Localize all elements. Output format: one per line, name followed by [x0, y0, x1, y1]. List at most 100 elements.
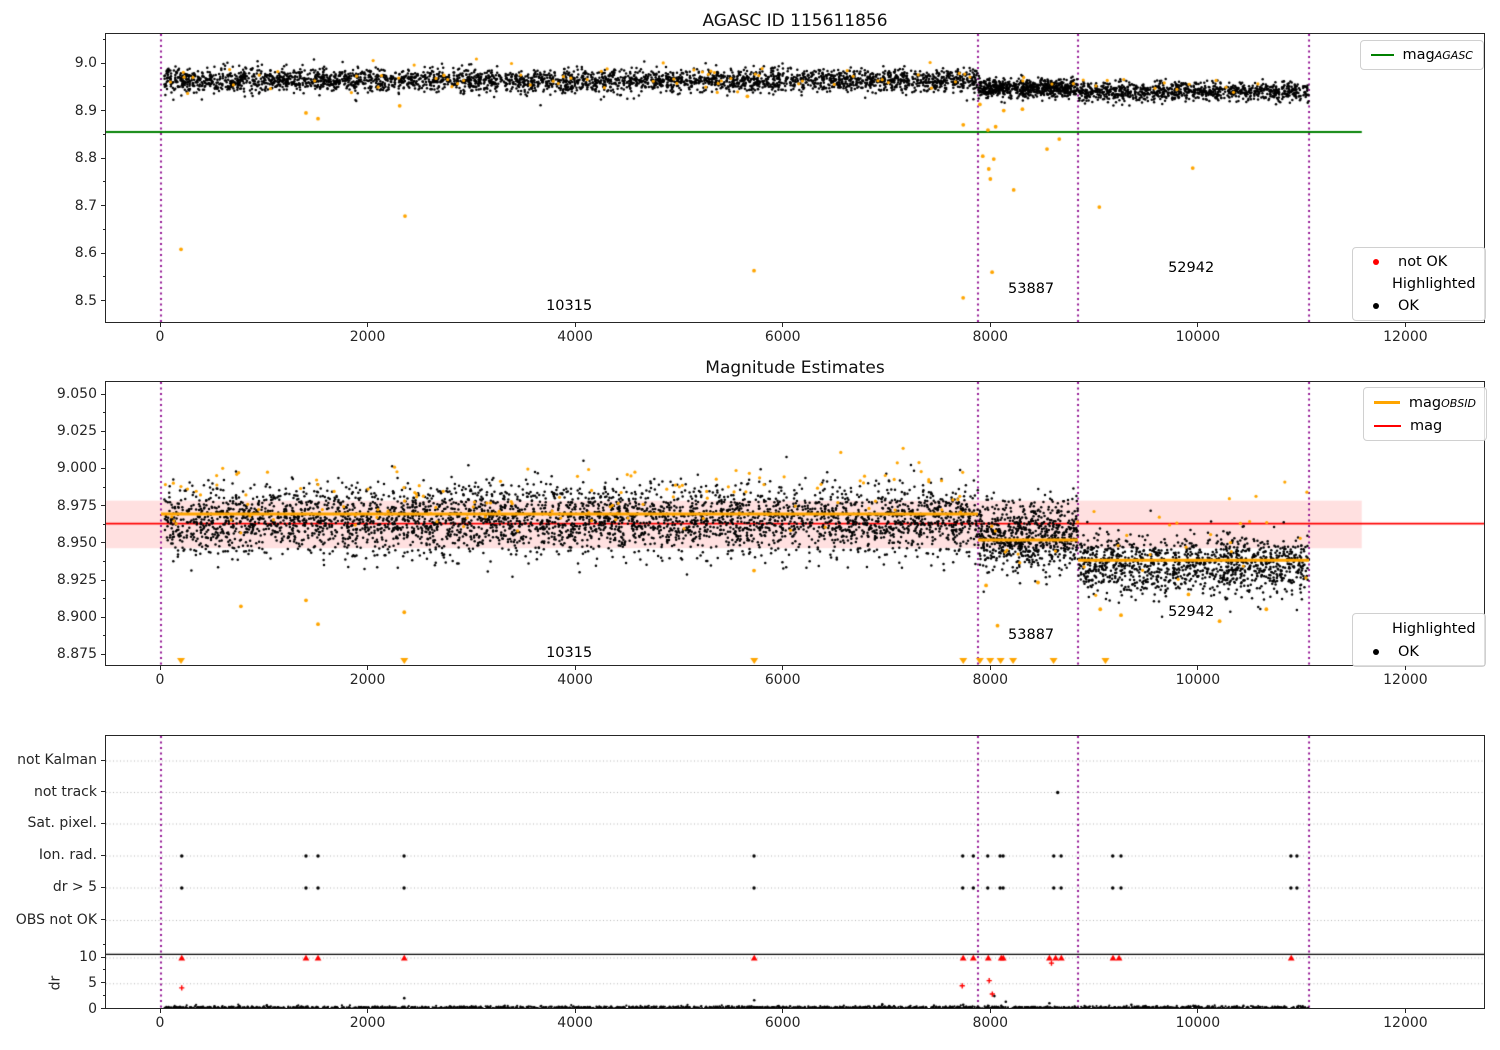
- figure: AGASC ID 115611856 Magnitude Estimates m…: [0, 0, 1500, 1050]
- x-tick-label: 10000: [1175, 329, 1221, 345]
- y-minor-tick-mark: [102, 449, 105, 451]
- x-tick-label: 6000: [764, 1015, 801, 1031]
- y-tick-mark: [101, 886, 105, 888]
- legend-label: OK: [1398, 298, 1419, 314]
- y-tick-label: 8.7: [74, 197, 97, 214]
- flag-row-label: Ion. rad.: [38, 847, 97, 863]
- y-tick-label: 9.000: [56, 460, 97, 477]
- legend-mag-lines: magOBSID mag: [1363, 387, 1487, 441]
- y-tick-mark: [101, 919, 105, 920]
- y-tick-mark: [101, 982, 105, 984]
- x-tick-mark: [1404, 666, 1406, 670]
- x-tick-label: 4000: [557, 672, 593, 688]
- x-tick-label: 4000: [557, 329, 593, 345]
- x-tick-mark: [782, 323, 784, 327]
- y-tick-mark: [101, 205, 105, 207]
- x-tick-label: 8000: [972, 1015, 1009, 1031]
- middle-plot-area: [105, 381, 1485, 666]
- y-tick-mark: [101, 759, 105, 761]
- black-dot-swatch: [1373, 648, 1379, 655]
- y-tick-mark: [101, 393, 105, 395]
- y-minor-tick-mark: [102, 38, 105, 40]
- x-tick-mark: [989, 323, 991, 327]
- x-tick-mark: [367, 1009, 369, 1013]
- legend-label: magOBSID: [1408, 394, 1476, 411]
- y-minor-tick-mark: [102, 486, 105, 488]
- y-minor-tick-mark: [102, 635, 105, 637]
- y-minor-tick-mark: [102, 969, 105, 971]
- x-tick-label: 6000: [764, 329, 801, 345]
- obsid-annotation: 52942: [1168, 260, 1215, 277]
- y-minor-tick-mark: [102, 276, 105, 278]
- x-tick-mark: [782, 666, 784, 670]
- y-minor-tick-mark: [102, 560, 105, 562]
- black-dot-swatch: [1373, 303, 1379, 309]
- y-tick-mark: [101, 791, 105, 792]
- y-tick-label: 8.925: [56, 572, 97, 588]
- x-tick-mark: [159, 323, 161, 327]
- y-minor-tick-mark: [102, 943, 105, 945]
- x-tick-label: 0: [155, 1015, 165, 1031]
- x-tick-label: 8000: [972, 672, 1009, 688]
- flag-row-label: Sat. pixel.: [27, 815, 97, 831]
- x-tick-mark: [1404, 323, 1406, 327]
- x-tick-mark: [989, 1009, 991, 1013]
- x-tick-mark: [1197, 1009, 1199, 1013]
- y-minor-tick-mark: [102, 228, 105, 230]
- y-tick-mark: [101, 505, 105, 507]
- y-tick-label: 8.950: [56, 534, 97, 551]
- y-minor-tick-mark: [102, 523, 105, 525]
- x-tick-label: 4000: [557, 1015, 593, 1031]
- x-tick-label: 12000: [1383, 1015, 1428, 1031]
- red-line-swatch: [1374, 424, 1401, 427]
- x-tick-mark: [159, 1009, 161, 1013]
- x-tick-mark: [159, 666, 161, 670]
- y-tick-mark: [101, 1008, 105, 1009]
- flag-row-label: not track: [33, 783, 97, 800]
- bottom-plot-area: [105, 735, 1485, 1009]
- x-tick-mark: [989, 666, 991, 670]
- obsid-annotation: 53887: [1008, 280, 1055, 297]
- middle-plot-canvas: [106, 382, 1484, 665]
- flag-row-label: not Kalman: [17, 752, 97, 768]
- dr-tick-label: 10: [79, 949, 97, 965]
- top-plot-area: [105, 33, 1485, 323]
- y-tick-label: 8.875: [56, 646, 97, 663]
- obsid-annotation: 53887: [1008, 627, 1055, 644]
- legend-mag-agasc: magAGASC: [1360, 40, 1484, 70]
- y-tick-mark: [101, 956, 105, 958]
- y-tick-mark: [101, 854, 105, 856]
- x-tick-label: 10000: [1175, 672, 1221, 688]
- red-dot-swatch: [1373, 259, 1379, 265]
- y-tick-mark: [101, 822, 105, 824]
- legend-label: mag: [1410, 417, 1443, 434]
- y-tick-mark: [101, 300, 105, 302]
- y-tick-mark: [101, 653, 105, 655]
- green-line-swatch: [1371, 54, 1394, 56]
- x-tick-mark: [782, 1009, 784, 1013]
- x-tick-label: 2000: [349, 329, 386, 345]
- y-tick-label: 8.975: [56, 497, 97, 514]
- y-tick-mark: [101, 157, 105, 159]
- middle-plot-title: Magnitude Estimates: [705, 358, 885, 378]
- obsid-annotation: 52942: [1168, 603, 1215, 620]
- x-tick-mark: [574, 323, 576, 327]
- y-tick-label: 8.8: [74, 150, 97, 167]
- y-tick-mark: [101, 542, 105, 544]
- x-tick-label: 0: [155, 329, 165, 345]
- x-tick-mark: [367, 323, 369, 327]
- y-tick-label: 8.6: [74, 245, 97, 262]
- flag-row-label: OBS not OK: [15, 911, 97, 928]
- y-tick-label: 8.9: [74, 102, 97, 119]
- y-tick-mark: [101, 252, 105, 254]
- bottom-plot-canvas: [106, 736, 1484, 1008]
- y-minor-tick-mark: [102, 598, 105, 600]
- y-tick-mark: [101, 579, 105, 581]
- x-tick-label: 12000: [1383, 329, 1428, 345]
- y-tick-label: 9.025: [56, 423, 97, 440]
- y-minor-tick-mark: [102, 995, 105, 997]
- y-minor-tick-mark: [102, 181, 105, 183]
- x-tick-label: 0: [155, 672, 165, 688]
- y-minor-tick-mark: [102, 133, 105, 135]
- y-tick-mark: [101, 430, 105, 432]
